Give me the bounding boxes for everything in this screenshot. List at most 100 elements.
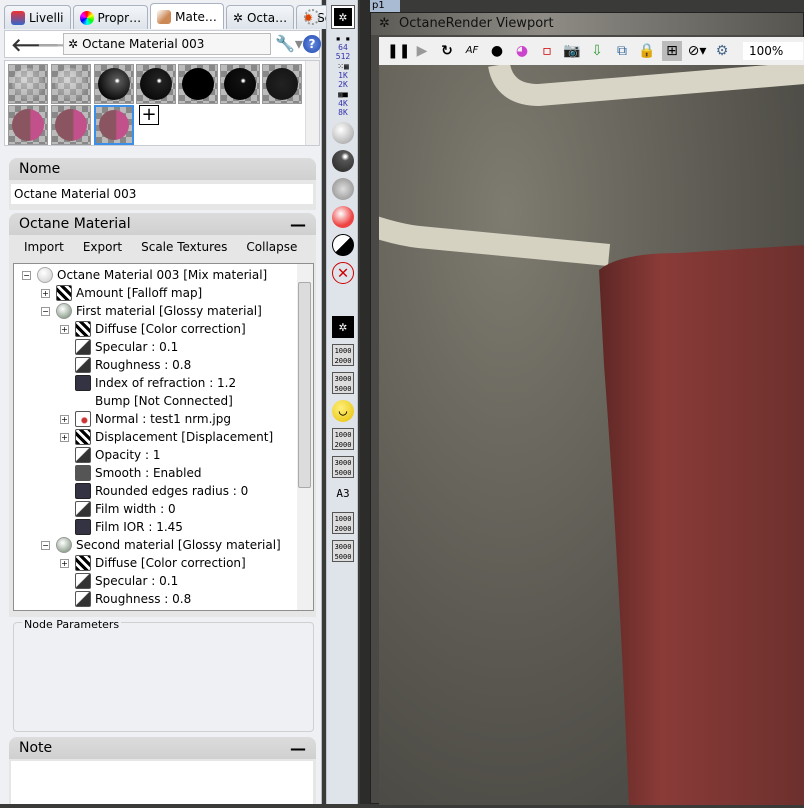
tree-scrollbar[interactable] — [297, 264, 313, 610]
region-render-icon[interactable]: ⊞ — [662, 41, 682, 61]
expand-node-toggle[interactable]: + — [60, 433, 69, 442]
play-icon[interactable]: ▶ — [412, 41, 432, 61]
expand-node-toggle[interactable]: + — [60, 415, 69, 424]
material-nav-bar: 🡐 🡒 ✲ Octane Material 003 🔧▾ ? — [4, 30, 321, 58]
import-button[interactable]: Import — [24, 240, 64, 254]
swatch[interactable] — [262, 64, 302, 104]
add-material-button[interactable]: + — [139, 105, 159, 125]
collapse-button[interactable]: Collapse — [246, 240, 297, 254]
smiley-icon[interactable]: ◡ — [332, 400, 354, 422]
restart-icon[interactable]: ↻ — [437, 41, 457, 61]
viewport-title-bar[interactable]: ✲ OctaneRender Viewport — [371, 13, 803, 35]
white-sphere-icon[interactable] — [332, 122, 354, 144]
clay-mode-icon[interactable]: ⊘▾ — [687, 41, 707, 61]
octane-logo-button[interactable]: ✲ — [331, 5, 355, 29]
res-1000-2000-button[interactable]: 1000 2000 — [332, 344, 354, 366]
render-view[interactable] — [365, 62, 804, 805]
glossy-sphere-icon[interactable] — [332, 150, 354, 172]
swatch-scrollbar[interactable] — [305, 61, 319, 145]
tab-proprieta[interactable]: Propr… — [72, 5, 149, 29]
pause-icon[interactable]: ❚❚ — [387, 41, 410, 61]
tree-node[interactable]: Diffuse [Color correction] — [75, 320, 246, 338]
swatch-selected[interactable] — [94, 105, 134, 145]
export-button[interactable]: Export — [83, 240, 122, 254]
tree-node[interactable]: Normal : test1 nrm.jpg — [75, 410, 231, 428]
material-path[interactable]: ✲ Octane Material 003 — [63, 33, 271, 55]
stripe-node-icon — [75, 555, 91, 571]
contrast-icon[interactable] — [332, 234, 354, 256]
note-header[interactable]: Note — — [9, 737, 316, 759]
res-1000-2000-button[interactable]: 1000 2000 — [332, 512, 354, 534]
export-layers-icon[interactable]: ⧉ — [612, 41, 632, 61]
a3-button[interactable]: A3 — [332, 486, 354, 508]
swatch[interactable] — [136, 64, 176, 104]
stripe-node-icon — [56, 285, 72, 301]
tree-node[interactable]: Octane Material 003 [Mix material] — [37, 266, 267, 284]
specular-sphere-icon[interactable] — [332, 178, 354, 200]
collapse-icon[interactable]: — — [290, 739, 306, 758]
tree-node[interactable]: Specular : 0.1 — [75, 338, 178, 356]
tab-materiali[interactable]: Mate… — [150, 3, 224, 29]
scale-textures-button[interactable]: Scale Textures — [141, 240, 227, 254]
tree-node[interactable]: Amount [Falloff map] — [56, 284, 202, 302]
red-x-icon[interactable]: ✕ — [332, 262, 354, 284]
red-sphere-icon[interactable] — [332, 206, 354, 228]
swatch[interactable] — [178, 64, 218, 104]
octane-render-button[interactable]: ✲ — [332, 316, 354, 338]
res-64-512-button[interactable]: ▪ ▪ 64 512 — [332, 34, 354, 61]
tree-node[interactable]: Index of refraction : 1.2 — [75, 374, 236, 392]
tree-node[interactable]: Film IOR : 1.45 — [75, 518, 183, 536]
octane-material-header[interactable]: Octane Material — — [9, 213, 316, 235]
expand-node-toggle[interactable]: + — [60, 559, 69, 568]
zoom-settings-icon[interactable]: ⚙ — [712, 41, 732, 61]
viewport-title: OctaneRender Viewport — [399, 16, 554, 31]
save-image-icon[interactable]: ⇩ — [587, 41, 607, 61]
tree-node[interactable]: Smooth : Enabled — [75, 464, 201, 482]
res-3000-5000-button[interactable]: 3000 5000 — [332, 540, 354, 562]
res-1k-2k-button[interactable]: ⁙▦ 1K 2K — [332, 62, 354, 89]
swatch[interactable] — [51, 105, 91, 145]
tab-octane[interactable]: ✲ Octa… — [225, 5, 295, 29]
tree-node[interactable]: Displacement [Displacement] — [75, 428, 273, 446]
lock-icon[interactable]: 🔒 — [637, 41, 657, 61]
tree-node[interactable]: Rounded edges radius : 0 — [75, 482, 248, 500]
grad-node-icon — [75, 501, 91, 517]
tree-node[interactable]: Roughness : 0.8 — [75, 590, 191, 608]
res-4k-8k-button[interactable]: ▩■ 4K 8K — [332, 90, 354, 117]
collapse-node-toggle[interactable]: − — [41, 307, 50, 316]
swatch[interactable] — [51, 64, 91, 104]
tree-node[interactable]: Roughness : 0.8 — [75, 356, 191, 374]
material-picker-icon[interactable]: ● — [487, 41, 507, 61]
res-3000-5000-button[interactable]: 3000 5000 — [332, 456, 354, 478]
region-picker-icon[interactable]: ▫ — [537, 41, 557, 61]
viewport-tab[interactable]: p1 — [370, 0, 400, 12]
tab-livelli[interactable]: Livelli — [4, 5, 71, 29]
tree-node[interactable]: Bump [Not Connected] — [75, 392, 233, 410]
zoom-level[interactable]: 100% — [743, 42, 803, 60]
tree-node[interactable]: Opacity : 1 — [75, 446, 160, 464]
swatch[interactable] — [94, 64, 134, 104]
swatch[interactable] — [8, 105, 48, 145]
camera-icon[interactable]: 📷 — [562, 41, 582, 61]
swatch[interactable] — [8, 64, 48, 104]
tree-node[interactable]: Specular : 0.1 — [75, 572, 178, 590]
expand-node-toggle[interactable]: + — [60, 325, 69, 334]
name-field[interactable]: Octane Material 003 — [11, 184, 313, 204]
autofocus-picker-icon[interactable]: AF — [462, 41, 482, 61]
expand-node-toggle[interactable]: + — [41, 289, 50, 298]
color-picker-icon[interactable]: ◕ — [512, 41, 532, 61]
gear-icon[interactable] — [304, 9, 320, 25]
collapse-node-toggle[interactable]: − — [22, 271, 31, 280]
tree-node[interactable]: First material [Glossy material] — [56, 302, 262, 320]
help-icon[interactable]: ? — [303, 35, 321, 53]
collapse-node-toggle[interactable]: − — [41, 541, 50, 550]
res-1000-2000-button[interactable]: 1000 2000 — [332, 428, 354, 450]
swatch[interactable] — [220, 64, 260, 104]
note-field[interactable] — [11, 761, 313, 804]
tree-node[interactable]: Diffuse [Color correction] — [75, 554, 246, 572]
wrench-icon[interactable]: 🔧▾ — [275, 34, 303, 53]
tree-node[interactable]: Film width : 0 — [75, 500, 176, 518]
res-3000-5000-button[interactable]: 3000 5000 — [332, 372, 354, 394]
collapse-icon[interactable]: — — [290, 215, 306, 234]
tree-node[interactable]: Second material [Glossy material] — [56, 536, 281, 554]
